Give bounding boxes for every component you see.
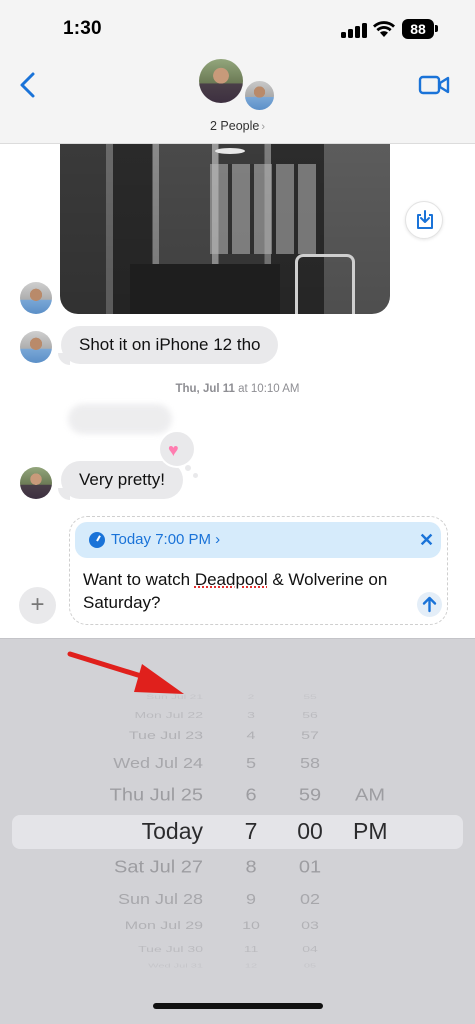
wifi-icon [373, 21, 395, 37]
picker-date-option[interactable]: Sat Jul 27 [114, 857, 203, 878]
heart-icon: ♥ [168, 440, 179, 460]
cancel-schedule-icon[interactable]: ✕ [419, 530, 434, 550]
battery-tip [435, 25, 438, 32]
chevron-right-icon: › [215, 531, 221, 548]
cellular-signal-icon [341, 22, 367, 38]
photo-attachment[interactable] [60, 144, 390, 314]
status-bar: 1:30 88 [0, 0, 475, 56]
compose-text[interactable]: Want to watch Deadpool & Wolverine on Sa… [83, 568, 413, 614]
message-bubble[interactable]: Shot it on iPhone 12 tho [61, 326, 279, 364]
picker-date-option[interactable]: Wed Jul 24 [113, 755, 203, 772]
timestamp-day: Thu, Jul 11 [175, 383, 235, 395]
video-call-icon[interactable] [418, 73, 450, 97]
tapback-tail [183, 463, 193, 473]
send-button[interactable] [417, 592, 442, 617]
picker-hour-option[interactable]: 4 [221, 730, 281, 743]
picker-minute-selected[interactable]: 00 [280, 818, 340, 845]
arrow-up-icon [422, 596, 437, 613]
photo-detail [210, 164, 320, 254]
picker-hour-option[interactable]: 6 [221, 785, 281, 806]
picker-date-option[interactable]: Mon Jul 29 [125, 920, 203, 933]
redacted-message [68, 404, 172, 434]
picker-hour-option[interactable]: 2 [221, 693, 281, 700]
add-attachment-button[interactable]: + [19, 587, 56, 624]
download-icon [417, 210, 433, 229]
picker-minute-option[interactable]: 05 [280, 963, 340, 969]
misspelled-word[interactable]: Deadpool [195, 570, 268, 589]
battery-indicator: 88 [402, 19, 434, 39]
picker-hour-option[interactable]: 5 [221, 755, 281, 772]
sender-avatar[interactable] [20, 467, 52, 499]
picker-date-selected[interactable]: Today [142, 818, 203, 845]
message-compose-field[interactable]: Today 7:00 PM › ✕ Want to watch Deadpool … [69, 516, 448, 625]
picker-date-option[interactable]: Sun Jul 28 [118, 891, 203, 908]
timestamp-time: at 10:10 AM [238, 383, 300, 395]
contact-avatar-primary[interactable] [199, 59, 243, 103]
group-label-text: 2 People [209, 119, 260, 133]
picker-hour-option[interactable]: 8 [221, 857, 281, 878]
back-chevron-icon[interactable] [14, 70, 44, 100]
photo-detail [215, 148, 245, 154]
scheduled-time-label[interactable]: Today 7:00 PM › [111, 531, 220, 548]
picker-minute-option[interactable]: 04 [280, 944, 340, 954]
picker-minute-option[interactable]: 01 [280, 857, 340, 878]
picker-hour-option[interactable]: 10 [221, 920, 281, 933]
save-photo-button[interactable] [405, 201, 443, 239]
picker-period-option[interactable]: AM [355, 785, 385, 806]
picker-hour-selected[interactable]: 7 [221, 818, 281, 845]
picker-minute-option[interactable]: 58 [280, 755, 340, 772]
picker-hour-option[interactable]: 11 [221, 944, 281, 954]
tapback-reaction[interactable]: ♥ [158, 430, 196, 468]
scheduled-time-text: Today 7:00 PM [111, 531, 212, 548]
message-timestamp: Thu, Jul 11 at 10:10 AM [0, 383, 475, 395]
picker-hour-option[interactable]: 12 [221, 963, 281, 969]
red-arrow-annotation [67, 651, 184, 694]
picker-minute-option[interactable]: 59 [280, 785, 340, 806]
home-indicator [153, 1003, 323, 1009]
picker-minute-option[interactable]: 03 [280, 920, 340, 933]
picker-date-option[interactable]: Tue Jul 23 [129, 730, 203, 743]
clock-icon [89, 532, 105, 548]
photo-detail [295, 254, 355, 314]
sender-avatar[interactable] [20, 331, 52, 363]
picker-minute-option[interactable]: 56 [280, 710, 340, 720]
tapback-tail [193, 473, 198, 478]
picker-minute-option[interactable]: 02 [280, 891, 340, 908]
group-details-link[interactable]: 2 People › [0, 119, 475, 133]
sender-avatar[interactable] [20, 282, 52, 314]
picker-hour-option[interactable]: 9 [221, 891, 281, 908]
conversation-header: 2 People › [0, 56, 475, 144]
picker-minute-option[interactable]: 57 [280, 730, 340, 743]
picker-period-selected[interactable]: PM [353, 818, 388, 845]
send-later-pill[interactable]: Today 7:00 PM › ✕ [75, 522, 441, 558]
message-bubble[interactable]: Very pretty! [61, 461, 183, 499]
status-time: 1:30 [63, 18, 102, 39]
picker-hour-option[interactable]: 3 [221, 710, 281, 720]
contact-avatar-secondary[interactable] [243, 79, 276, 112]
picker-date-option[interactable]: Tue Jul 30 [138, 944, 203, 954]
compose-text-part: Want to watch [83, 570, 195, 589]
picker-date-option[interactable]: Mon Jul 22 [135, 710, 203, 720]
picker-minute-option[interactable]: 55 [280, 693, 340, 700]
photo-detail [130, 264, 280, 314]
chevron-right-icon: › [261, 121, 266, 133]
picker-date-option[interactable]: Thu Jul 25 [110, 785, 203, 806]
picker-date-option[interactable]: Wed Jul 31 [148, 963, 203, 969]
